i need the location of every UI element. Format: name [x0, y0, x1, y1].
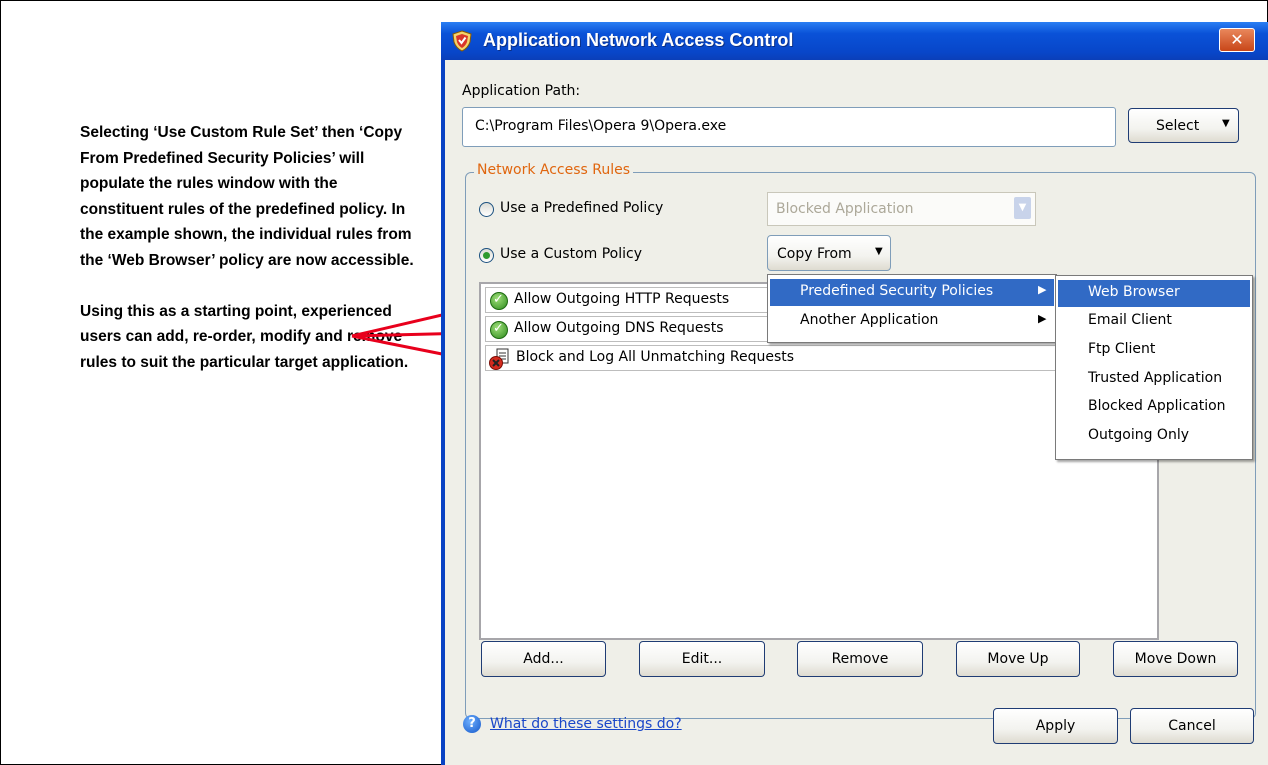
copy-from-button[interactable]: Copy From ▼ [767, 235, 891, 271]
predefined-policy-value: Blocked Application [776, 201, 914, 217]
shield-icon [452, 30, 472, 52]
cancel-button[interactable]: Cancel [1130, 708, 1254, 744]
window-border [441, 60, 445, 765]
chevron-down-icon: ▼ [875, 246, 883, 257]
allow-icon [490, 321, 508, 339]
menu-item-email-client[interactable]: Email Client [1058, 308, 1250, 335]
menu-item-label: Outgoing Only [1088, 427, 1190, 443]
select-button-label: Select [1156, 118, 1200, 134]
rule-label: Block and Log All Unmatching Requests [516, 349, 795, 365]
chevron-down-icon: ▼ [1014, 197, 1031, 219]
predefined-policy-select[interactable]: Blocked Application ▼ [767, 192, 1036, 226]
menu-item-label: Predefined Security Policies [800, 283, 994, 299]
menu-item-label: Email Client [1088, 312, 1172, 328]
add-button[interactable]: Add... [481, 641, 606, 677]
block-log-icon [489, 348, 509, 370]
allow-icon [490, 292, 508, 310]
menu-item-web-browser[interactable]: Web Browser [1058, 280, 1250, 307]
app-path-field[interactable]: C:\Program Files\Opera 9\Opera.exe [462, 107, 1116, 147]
predefined-policy-label: Use a Predefined Policy [500, 200, 664, 216]
rule-label: Allow Outgoing HTTP Requests [514, 291, 730, 307]
rule-label: Allow Outgoing DNS Requests [514, 320, 724, 336]
menu-item-trusted-application[interactable]: Trusted Application [1058, 366, 1250, 393]
chevron-right-icon: ▶ [1038, 283, 1047, 296]
menu-item-label: Another Application [800, 312, 939, 328]
copy-from-menu: Predefined Security Policies ▶ Another A… [767, 274, 1057, 343]
help-icon[interactable]: ? [463, 715, 481, 733]
custom-policy-label: Use a Custom Policy [500, 246, 642, 262]
remove-button[interactable]: Remove [797, 641, 923, 677]
chevron-right-icon: ▶ [1038, 312, 1047, 325]
edit-button[interactable]: Edit... [639, 641, 765, 677]
select-button[interactable]: Select ▼ [1128, 108, 1239, 143]
rule-row-block[interactable]: Block and Log All Unmatching Requests [485, 345, 1145, 371]
predefined-policy-radio[interactable] [479, 202, 494, 217]
title-bar[interactable]: Application Network Access Control ✕ [441, 22, 1268, 60]
menu-item-predefined-policies[interactable]: Predefined Security Policies ▶ [770, 279, 1054, 306]
dialog-title: Application Network Access Control [483, 30, 794, 50]
copy-from-label: Copy From [777, 246, 852, 262]
menu-item-label: Trusted Application [1088, 370, 1223, 386]
menu-item-label: Ftp Client [1088, 341, 1156, 357]
menu-item-ftp-client[interactable]: Ftp Client [1058, 337, 1250, 364]
move-down-button[interactable]: Move Down [1113, 641, 1238, 677]
group-title: Network Access Rules [474, 162, 634, 178]
menu-item-another-application[interactable]: Another Application ▶ [770, 308, 1054, 335]
menu-item-outgoing-only[interactable]: Outgoing Only [1058, 423, 1250, 450]
menu-item-label: Web Browser [1088, 284, 1180, 300]
close-button[interactable]: ✕ [1219, 28, 1255, 52]
menu-item-label: Blocked Application [1088, 398, 1226, 414]
policies-submenu: Web Browser Email Client Ftp Client Trus… [1055, 275, 1253, 460]
app-path-label: Application Path: [462, 83, 581, 99]
chevron-down-icon: ▼ [1222, 118, 1230, 129]
custom-policy-radio[interactable] [479, 248, 494, 263]
app-path-value: C:\Program Files\Opera 9\Opera.exe [475, 118, 727, 134]
menu-item-blocked-application[interactable]: Blocked Application [1058, 394, 1250, 421]
move-up-button[interactable]: Move Up [956, 641, 1080, 677]
apply-button[interactable]: Apply [993, 708, 1118, 744]
help-link[interactable]: What do these settings do? [490, 716, 682, 732]
callout-arrows [351, 301, 489, 368]
access-control-dialog: Application Network Access Control ✕ App… [441, 22, 1268, 765]
